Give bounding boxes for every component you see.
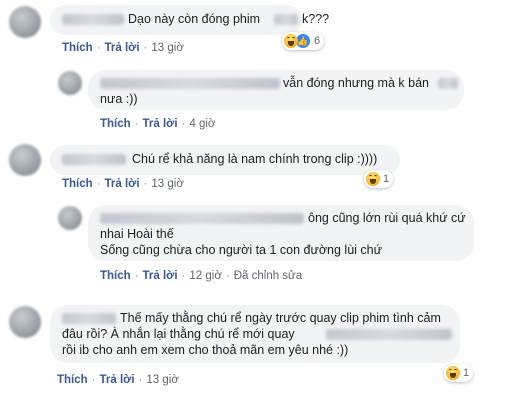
comment-actions: Thích · Trả lời · 13 giờ	[62, 178, 184, 190]
comment-text: Sống cũng chừa cho người ta 1 con đường …	[100, 243, 382, 257]
avatar[interactable]	[58, 71, 82, 95]
redacted-text	[326, 329, 452, 340]
reaction-summary[interactable]: 1	[364, 170, 394, 188]
commenter-name-redacted[interactable]	[62, 313, 116, 324]
reaction-count: 1	[463, 367, 470, 379]
commenter-name-redacted[interactable]	[62, 14, 124, 25]
comment-actions: Thích · Trả lời · 12 giờ · Đã chỉnh sửa	[100, 270, 303, 282]
reaction-summary[interactable]: 1	[444, 364, 474, 382]
comment-text: vẫn đóng nhưng mà k bán	[283, 76, 429, 90]
like-button[interactable]: Thích	[100, 118, 131, 130]
timestamp[interactable]: 13 giờ	[151, 42, 183, 54]
comment-text: k???	[302, 12, 330, 26]
haha-icon	[366, 172, 380, 186]
reply-button[interactable]: Trả lời	[143, 118, 178, 130]
timestamp[interactable]: 13 giờ	[146, 374, 178, 386]
commenter-name-redacted[interactable]	[100, 78, 280, 89]
reply-button[interactable]: Trả lời	[143, 270, 178, 282]
like-button[interactable]: Thích	[62, 178, 93, 190]
reply-button[interactable]: Trả lời	[105, 42, 140, 54]
comment-text: Dạo này còn đóng phim	[128, 12, 261, 26]
comment-actions: Thích · Trả lời · 13 giờ	[57, 374, 179, 386]
like-button[interactable]: Thích	[100, 270, 131, 282]
haha-icon	[284, 34, 298, 48]
avatar[interactable]	[9, 306, 41, 338]
comment-actions: Thích · Trả lời · 13 giờ	[62, 42, 184, 54]
commenter-name-redacted[interactable]	[100, 213, 304, 224]
avatar[interactable]	[9, 144, 41, 176]
comment-actions: Thích · Trả lời · 4 giờ	[100, 118, 216, 130]
reaction-summary[interactable]: 👍 6	[282, 32, 325, 50]
comment-text: Chú rể khả năng là nam chính trong clip …	[132, 152, 378, 166]
comment-bubble: vẫn đóng nhưng mà k bán nưa :))	[88, 70, 464, 110]
avatar[interactable]	[58, 206, 82, 230]
comment-text: đâu rồi? À nhắn lại thằng chú rể mới qua…	[62, 327, 295, 341]
timestamp[interactable]: 12 giờ	[189, 270, 221, 282]
like-button[interactable]: Thích	[57, 374, 88, 386]
comment-text: ông cũng lớn rùi quá khứ cứ	[308, 211, 466, 225]
comment-text: rồi ib cho anh em xem cho thoả mãn em yê…	[62, 343, 349, 357]
comment-bubble: ông cũng lớn rùi quá khứ cứ nhai Hoài th…	[88, 205, 474, 261]
avatar[interactable]	[9, 6, 41, 38]
edited-label[interactable]: Đã chỉnh sửa	[234, 270, 302, 282]
redacted-text	[438, 78, 458, 89]
timestamp[interactable]: 13 giờ	[151, 178, 183, 190]
haha-icon	[446, 366, 460, 380]
comment-bubble: Dạo này còn đóng phim k???	[50, 5, 329, 35]
reaction-count: 6	[314, 35, 321, 47]
reaction-count: 1	[383, 173, 390, 185]
like-button[interactable]: Thích	[62, 42, 93, 54]
redacted-text	[274, 14, 298, 25]
comment-text: Thế mấy thằng chú rể ngày trước quay cli…	[120, 311, 441, 325]
timestamp[interactable]: 4 giờ	[189, 118, 215, 130]
comment-bubble: Thế mấy thằng chú rể ngày trước quay cli…	[50, 305, 460, 363]
comment-bubble: Chú rể khả năng là nam chính trong clip …	[50, 145, 400, 175]
commenter-name-redacted[interactable]	[62, 154, 126, 165]
reply-button[interactable]: Trả lời	[100, 374, 135, 386]
reply-button[interactable]: Trả lời	[105, 178, 140, 190]
comment-text: nhai Hoài thế	[100, 227, 174, 241]
comment-text: nưa :))	[100, 92, 138, 106]
